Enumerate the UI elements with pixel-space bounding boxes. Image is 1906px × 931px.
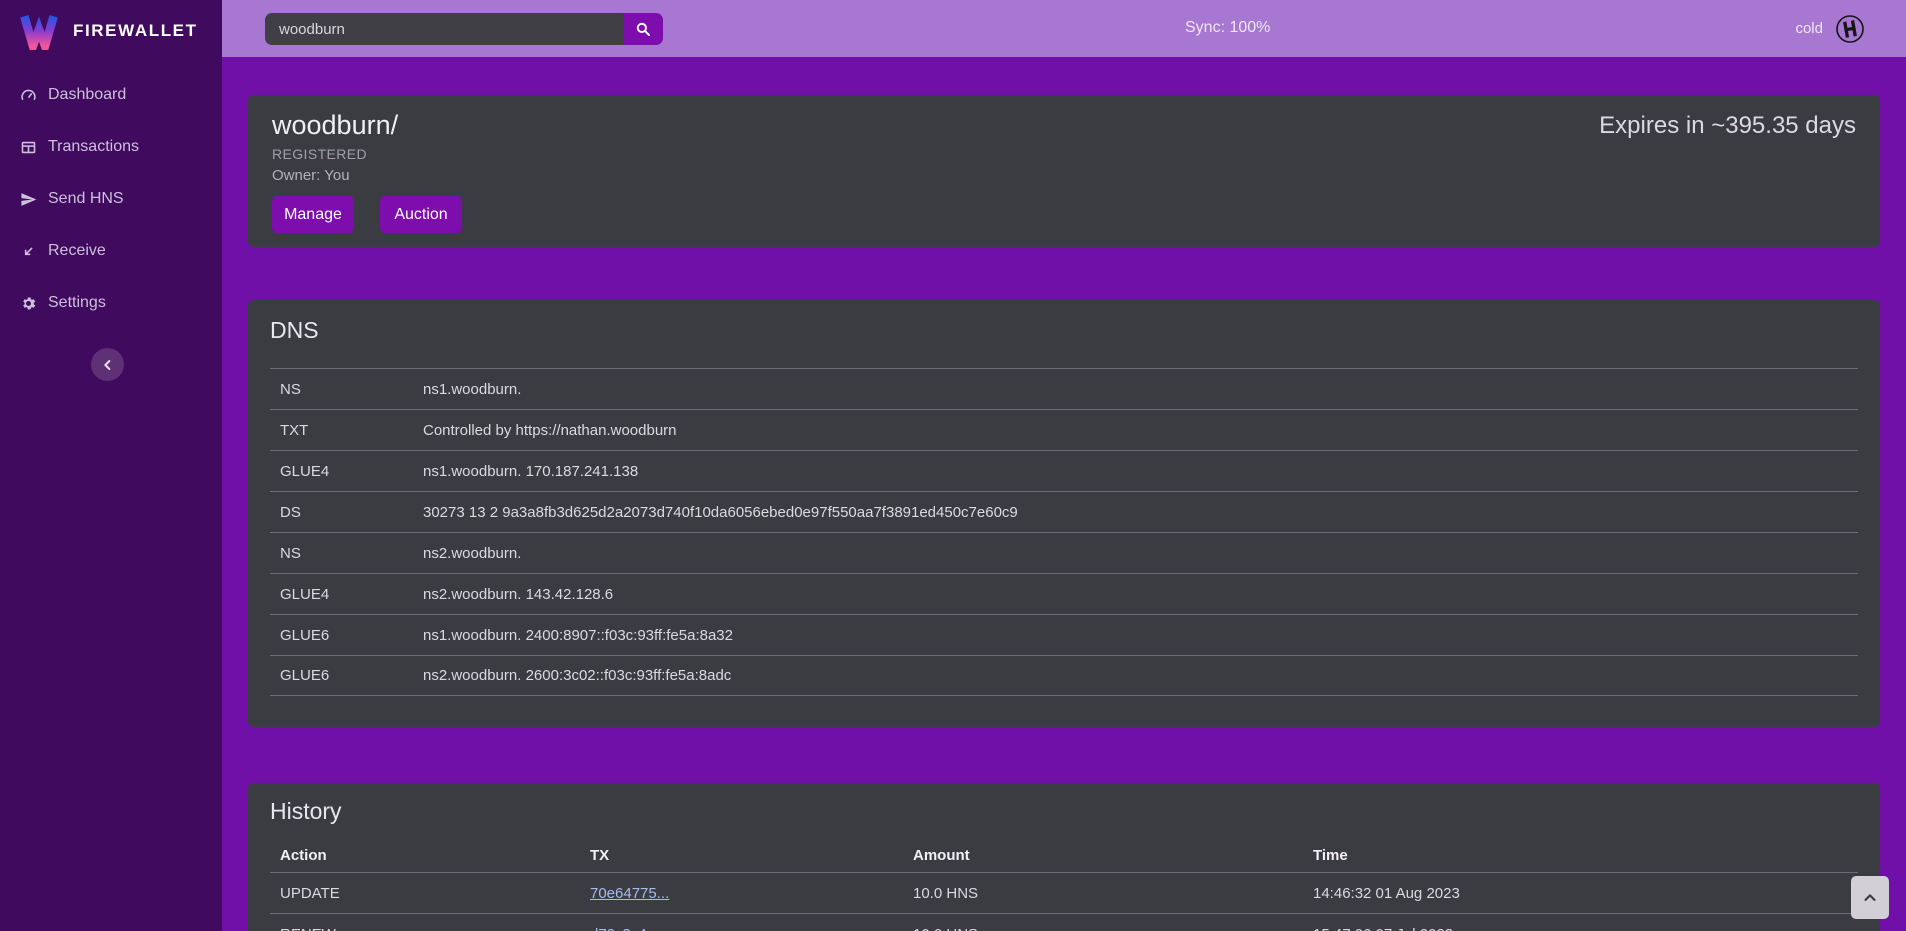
gear-icon xyxy=(20,295,37,312)
sidebar: FIREWALLET Dashboard Transactions Send H… xyxy=(0,0,222,931)
domain-card: woodburn/ REGISTERED Owner: You Manage A… xyxy=(248,95,1880,247)
manage-button[interactable]: Manage xyxy=(272,196,354,233)
wallet-selector[interactable]: cold xyxy=(1795,0,1865,57)
sidebar-collapse-button[interactable] xyxy=(91,348,124,381)
dns-record-row: GLUE4 ns1.woodburn. 170.187.241.138 xyxy=(270,450,1858,491)
dns-record-type: GLUE4 xyxy=(270,463,413,480)
sidebar-item-send-hns[interactable]: Send HNS xyxy=(0,173,222,225)
brand: FIREWALLET xyxy=(0,0,222,50)
dns-record-type: DS xyxy=(270,504,413,521)
dns-record-type: GLUE6 xyxy=(270,627,413,644)
transactions-table-icon xyxy=(20,139,37,156)
sidebar-item-label: Send HNS xyxy=(48,190,124,208)
history-amount: 10.0 HNS xyxy=(903,926,1303,931)
dashboard-gauge-icon xyxy=(20,87,37,104)
domain-actions: Manage Auction xyxy=(272,196,1856,233)
dns-record-type: NS xyxy=(270,545,413,562)
chevron-left-icon xyxy=(100,357,116,373)
history-action: UPDATE xyxy=(270,885,580,902)
column-time: Time xyxy=(1303,847,1858,864)
history-time: 15:47:06 07 Jul 2023 xyxy=(1303,926,1858,931)
history-title: History xyxy=(270,797,1858,825)
sidebar-item-label: Settings xyxy=(48,294,106,312)
dns-record-type: GLUE4 xyxy=(270,586,413,603)
history-amount: 10.0 HNS xyxy=(903,885,1303,902)
dns-record-row: NS ns2.woodburn. xyxy=(270,532,1858,573)
search-group xyxy=(265,13,663,45)
scroll-to-top-button[interactable] xyxy=(1851,876,1889,919)
column-action: Action xyxy=(270,847,580,864)
history-action: RENEW xyxy=(270,926,580,931)
handshake-logo-icon xyxy=(1835,14,1865,44)
main-content: woodburn/ REGISTERED Owner: You Manage A… xyxy=(222,57,1906,931)
history-table-header: Action TX Amount Time xyxy=(270,839,1858,873)
dns-record-value: Controlled by https://nathan.woodburn xyxy=(413,422,1858,439)
history-card: History Action TX Amount Time UPDATE 70e… xyxy=(248,783,1880,931)
sidebar-item-settings[interactable]: Settings xyxy=(0,277,222,329)
sidebar-nav: Dashboard Transactions Send HNS Receive … xyxy=(0,69,222,329)
sidebar-item-transactions[interactable]: Transactions xyxy=(0,121,222,173)
dns-record-type: TXT xyxy=(270,422,413,439)
expires-label: Expires in ~395.35 days xyxy=(1599,111,1856,141)
dns-record-row: NS ns1.woodburn. xyxy=(270,368,1858,409)
dns-record-value: ns2.woodburn. 2600:3c02::f03c:93ff:fe5a:… xyxy=(413,667,1858,684)
firewallet-logo-icon xyxy=(18,12,60,50)
send-plane-icon xyxy=(20,191,37,208)
history-time: 14:46:32 01 Aug 2023 xyxy=(1303,885,1858,902)
dns-title: DNS xyxy=(270,316,1858,344)
dns-record-type: GLUE6 xyxy=(270,667,413,684)
dns-record-value: ns1.woodburn. 2400:8907::f03c:93ff:fe5a:… xyxy=(413,627,1858,644)
dns-record-type: NS xyxy=(270,381,413,398)
dns-card: DNS NS ns1.woodburn. TXT Controlled by h… xyxy=(248,300,1880,727)
dns-record-value: ns2.woodburn. xyxy=(413,545,1858,562)
dns-record-row: DS 30273 13 2 9a3a8fb3d625d2a2073d740f10… xyxy=(270,491,1858,532)
wallet-name: cold xyxy=(1795,20,1823,37)
topbar: Sync: 100% cold xyxy=(222,0,1906,57)
dns-record-value: 30273 13 2 9a3a8fb3d625d2a2073d740f10da6… xyxy=(413,504,1858,521)
dns-record-row: GLUE6 ns1.woodburn. 2400:8907::f03c:93ff… xyxy=(270,614,1858,655)
dns-record-row: GLUE4 ns2.woodburn. 143.42.128.6 xyxy=(270,573,1858,614)
brand-name: FIREWALLET xyxy=(73,21,198,41)
dns-record-row: TXT Controlled by https://nathan.woodbur… xyxy=(270,409,1858,450)
column-amount: Amount xyxy=(903,847,1303,864)
search-button[interactable] xyxy=(623,13,663,45)
sidebar-item-label: Dashboard xyxy=(48,86,126,104)
tx-link[interactable]: 70e64775... xyxy=(590,885,669,902)
history-row: RENEW d72c3c4... 10.0 HNS 15:47:06 07 Ju… xyxy=(270,914,1858,931)
dns-record-value: ns1.woodburn. xyxy=(413,381,1858,398)
sidebar-item-label: Transactions xyxy=(48,138,139,156)
domain-owner: Owner: You xyxy=(272,167,1856,184)
dns-record-value: ns2.woodburn. 143.42.128.6 xyxy=(413,586,1858,603)
dns-record-value: ns1.woodburn. 170.187.241.138 xyxy=(413,463,1858,480)
sync-status: Sync: 100% xyxy=(1185,19,1270,37)
dns-record-row: GLUE6 ns2.woodburn. 2600:3c02::f03c:93ff… xyxy=(270,655,1858,696)
column-tx: TX xyxy=(580,847,903,864)
sidebar-item-label: Receive xyxy=(48,242,106,260)
search-input[interactable] xyxy=(265,13,623,45)
sidebar-item-receive[interactable]: Receive xyxy=(0,225,222,277)
chevron-up-icon xyxy=(1861,889,1879,907)
history-row: UPDATE 70e64775... 10.0 HNS 14:46:32 01 … xyxy=(270,873,1858,914)
receive-arrow-icon xyxy=(20,243,37,260)
domain-status: REGISTERED xyxy=(272,146,1856,162)
dns-table: NS ns1.woodburn. TXT Controlled by https… xyxy=(270,368,1858,696)
sidebar-item-dashboard[interactable]: Dashboard xyxy=(0,69,222,121)
tx-link[interactable]: d72c3c4... xyxy=(590,926,659,931)
search-icon xyxy=(634,20,652,38)
auction-button[interactable]: Auction xyxy=(380,196,462,233)
